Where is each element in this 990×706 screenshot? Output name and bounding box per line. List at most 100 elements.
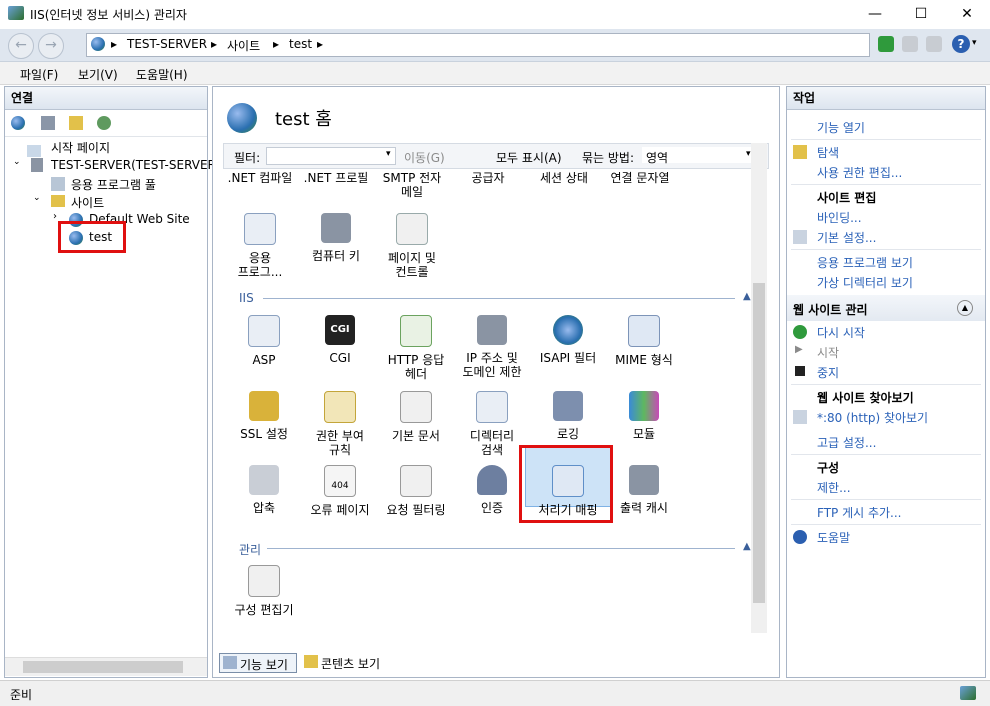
folder-up-icon[interactable] <box>69 116 83 130</box>
feature-directory-browsing[interactable]: 디렉터리 검색 <box>455 391 529 457</box>
minimize-button[interactable]: — <box>852 0 898 28</box>
tab-content-view[interactable]: 콘텐츠 보기 <box>301 653 397 671</box>
feature-ssl-settings[interactable]: SSL 설정 <box>227 391 301 441</box>
menu-help[interactable]: 도움말(H) <box>136 66 188 83</box>
feature-label: 요청 필터링 <box>386 503 446 517</box>
feature-default-document[interactable]: 기본 문서 <box>379 391 453 443</box>
advanced-settings-link[interactable]: 고급 설정... <box>817 434 876 451</box>
tree-app-pools[interactable]: 응용 프로그램 풀 <box>71 176 156 193</box>
feature-asp[interactable]: ASP <box>227 315 301 367</box>
restart-icon <box>793 325 807 339</box>
machine-key-icon <box>321 213 351 243</box>
go-button[interactable]: 이동(G) <box>404 149 445 166</box>
restart-link[interactable]: 다시 시작 <box>817 324 865 341</box>
filter-input[interactable] <box>266 147 396 165</box>
modules-icon <box>629 391 659 421</box>
feature-connection-strings[interactable]: 연결 문자열 <box>603 171 677 185</box>
save-icon[interactable] <box>41 116 55 130</box>
address-bar[interactable]: ▸ TEST-SERVER ▸ 사이트 ▸ test ▸ <box>86 33 870 57</box>
chevron-down-icon[interactable]: ▾ <box>386 149 391 159</box>
feature-logging[interactable]: 로깅 <box>531 391 605 441</box>
show-all-button[interactable]: 모두 표시(A) <box>496 149 562 166</box>
back-arrow-icon[interactable]: ← <box>8 33 34 59</box>
forward-arrow-icon[interactable]: → <box>38 33 64 59</box>
feature-providers[interactable]: 공급자 <box>451 171 525 185</box>
collapse-icon[interactable]: ⌄ <box>33 193 41 203</box>
scroll-thumb[interactable] <box>23 661 183 673</box>
feature-authentication[interactable]: 인증 <box>455 465 529 515</box>
start-link[interactable]: 시작 <box>817 344 839 361</box>
tab-features-view[interactable]: 기능 보기 <box>219 653 297 673</box>
explore-link[interactable]: 탐색 <box>817 144 839 161</box>
feature-app-settings[interactable]: 응용 프로그... <box>223 213 297 279</box>
tree-sites[interactable]: 사이트 <box>71 194 104 211</box>
menu-file[interactable]: 파일(F) <box>20 66 58 83</box>
feature-net-profile[interactable]: .NET 프로필 <box>299 171 373 185</box>
breadcrumb-sites[interactable]: 사이트 <box>227 37 260 54</box>
view-virtual-directories-link[interactable]: 가상 디렉터리 보기 <box>817 274 913 291</box>
feature-label: SMTP 전자 메일 <box>382 171 442 199</box>
feature-configuration-editor[interactable]: 구성 편집기 <box>227 565 301 617</box>
menu-view[interactable]: 보기(V) <box>78 66 118 83</box>
feature-compression[interactable]: 압축 <box>227 465 301 515</box>
chevron-down-icon[interactable]: ▾ <box>972 38 977 48</box>
group-by-select[interactable]: 영역 ▾ <box>642 147 754 165</box>
directory-browsing-icon <box>476 391 508 423</box>
home-icon[interactable] <box>926 36 942 52</box>
feature-session-state[interactable]: 세션 상태 <box>527 171 601 185</box>
feature-output-caching[interactable]: 출력 캐시 <box>607 465 681 515</box>
feature-cgi[interactable]: CGI CGI <box>303 315 377 365</box>
collapse-section-icon[interactable]: ▲ <box>743 291 751 302</box>
disconnect-icon[interactable] <box>97 116 111 130</box>
breadcrumb-test[interactable]: test <box>289 37 312 51</box>
open-feature-link[interactable]: 기능 열기 <box>817 119 865 136</box>
tab-label: 기능 보기 <box>240 658 288 672</box>
manage-website-header[interactable]: 웹 사이트 관리 ▲ <box>787 295 985 321</box>
group-by-value: 영역 <box>646 151 669 165</box>
help-icon[interactable]: ? <box>952 35 970 53</box>
browse-80-link[interactable]: *:80 (http) 찾아보기 <box>817 409 928 426</box>
limits-link[interactable]: 제한... <box>817 479 851 496</box>
feature-mime-types[interactable]: MIME 형식 <box>607 315 681 367</box>
close-button[interactable]: ✕ <box>944 0 990 28</box>
vertical-scrollbar[interactable] <box>751 143 767 633</box>
feature-pages-controls[interactable]: 페이지 및 컨트롤 <box>375 213 449 279</box>
add-ftp-publishing-link[interactable]: FTP 게시 추가... <box>817 504 902 521</box>
feature-label: ISAPI 필터 <box>539 351 597 365</box>
collapse-icon[interactable]: ⌄ <box>13 157 21 167</box>
feature-http-headers[interactable]: HTTP 응답 헤더 <box>379 315 453 381</box>
feature-label: .NET 프로필 <box>303 171 369 185</box>
stop-icon[interactable] <box>902 36 918 52</box>
tree-server[interactable]: TEST-SERVER(TEST-SERVER\ <box>51 158 220 172</box>
edit-permissions-link[interactable]: 사용 권한 편집... <box>817 164 902 181</box>
scroll-thumb[interactable] <box>753 283 765 603</box>
feature-modules[interactable]: 모듈 <box>607 391 681 441</box>
horizontal-scrollbar[interactable] <box>5 657 207 676</box>
feature-label: 출력 캐시 <box>620 501 668 515</box>
view-applications-link[interactable]: 응용 프로그램 보기 <box>817 254 913 271</box>
connect-icon[interactable] <box>11 116 25 130</box>
help-link[interactable]: 도움말 <box>817 529 850 546</box>
refresh-icon[interactable] <box>878 36 894 52</box>
maximize-button[interactable]: ☐ <box>898 0 944 28</box>
tree-start-page[interactable]: 시작 페이지 <box>51 139 110 156</box>
basic-settings-link[interactable]: 기본 설정... <box>817 229 876 246</box>
group-by-label: 묶는 방법: <box>582 151 635 165</box>
feature-ip-restrictions[interactable]: IP 주소 및 도메인 제한 <box>455 315 529 379</box>
feature-isapi-filters[interactable]: ISAPI 필터 <box>531 315 605 365</box>
feature-net-compile[interactable]: .NET 컴파일 <box>223 171 297 185</box>
address-sep-icon: ▸ <box>211 37 218 51</box>
menu-bar: 파일(F) 보기(V) 도움말(H) <box>0 62 990 85</box>
browse-website-heading: 웹 사이트 찾아보기 <box>817 391 914 405</box>
breadcrumb-server[interactable]: TEST-SERVER <box>127 37 207 51</box>
feature-smtp[interactable]: SMTP 전자 메일 <box>375 171 449 199</box>
bindings-link[interactable]: 바인딩... <box>817 209 862 226</box>
feature-request-filtering[interactable]: 요청 필터링 <box>379 465 453 517</box>
collapse-icon[interactable]: ▲ <box>957 300 973 316</box>
expand-icon[interactable]: › <box>53 211 57 222</box>
feature-authorization-rules[interactable]: 권한 부여 규칙 <box>303 391 377 457</box>
collapse-section-icon[interactable]: ▲ <box>743 541 751 552</box>
feature-machine-key[interactable]: 컴퓨터 키 <box>299 213 373 263</box>
feature-error-pages[interactable]: 404 오류 페이지 <box>303 465 377 517</box>
stop-link[interactable]: 중지 <box>817 364 839 381</box>
